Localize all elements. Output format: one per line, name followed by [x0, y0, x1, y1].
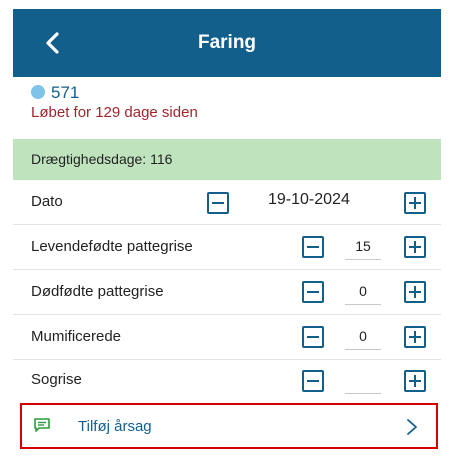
mummified-row: Mumificerede: [13, 315, 441, 360]
sow-piglets-row: Sogrise: [13, 358, 441, 402]
mating-status-text: Løbet for 129 dage siden: [31, 104, 198, 121]
stillborn-row: Dødfødte pattegrise: [13, 270, 441, 315]
liveborn-increment-button[interactable]: [404, 236, 426, 258]
stillborn-increment-button[interactable]: [404, 281, 426, 303]
date-value[interactable]: 19-10-2024: [268, 191, 350, 209]
liveborn-decrement-button[interactable]: [302, 236, 324, 258]
add-reason-button[interactable]: Tilføj årsag: [20, 403, 438, 449]
liveborn-input[interactable]: [345, 233, 381, 260]
stillborn-label: Dødfødte pattegrise: [31, 283, 164, 300]
message-icon: [34, 418, 50, 432]
date-label: Dato: [31, 193, 63, 210]
mummified-increment-button[interactable]: [404, 326, 426, 348]
page-title: Faring: [197, 32, 257, 53]
stillborn-input[interactable]: [345, 278, 381, 305]
sow-piglets-decrement-button[interactable]: [302, 370, 324, 392]
date-row: Dato 19-10-2024: [13, 180, 441, 225]
liveborn-row: Levendefødte pattegrise: [13, 225, 441, 270]
sow-piglets-increment-button[interactable]: [404, 370, 426, 392]
mummified-input[interactable]: [345, 323, 381, 350]
app-header: Faring: [13, 9, 441, 77]
date-decrement-button[interactable]: [207, 192, 229, 214]
sow-piglets-input[interactable]: [345, 367, 381, 394]
liveborn-label: Levendefødte pattegrise: [31, 238, 193, 255]
gestation-days-text: Drægtighedsdage: 116: [31, 151, 173, 167]
mummified-label: Mumificerede: [31, 328, 122, 345]
date-increment-button[interactable]: [404, 192, 426, 214]
status-dot: [31, 84, 45, 99]
mummified-decrement-button[interactable]: [302, 326, 324, 348]
sow-piglets-label: Sogrise: [31, 371, 82, 388]
chevron-right-icon: [407, 419, 417, 435]
add-reason-label: Tilføj årsag: [78, 418, 152, 435]
animal-number: 571: [51, 83, 80, 102]
gestation-days-banner: Drægtighedsdage: 116: [13, 139, 441, 180]
animal-id: 571: [31, 83, 79, 103]
stillborn-decrement-button[interactable]: [302, 281, 324, 303]
